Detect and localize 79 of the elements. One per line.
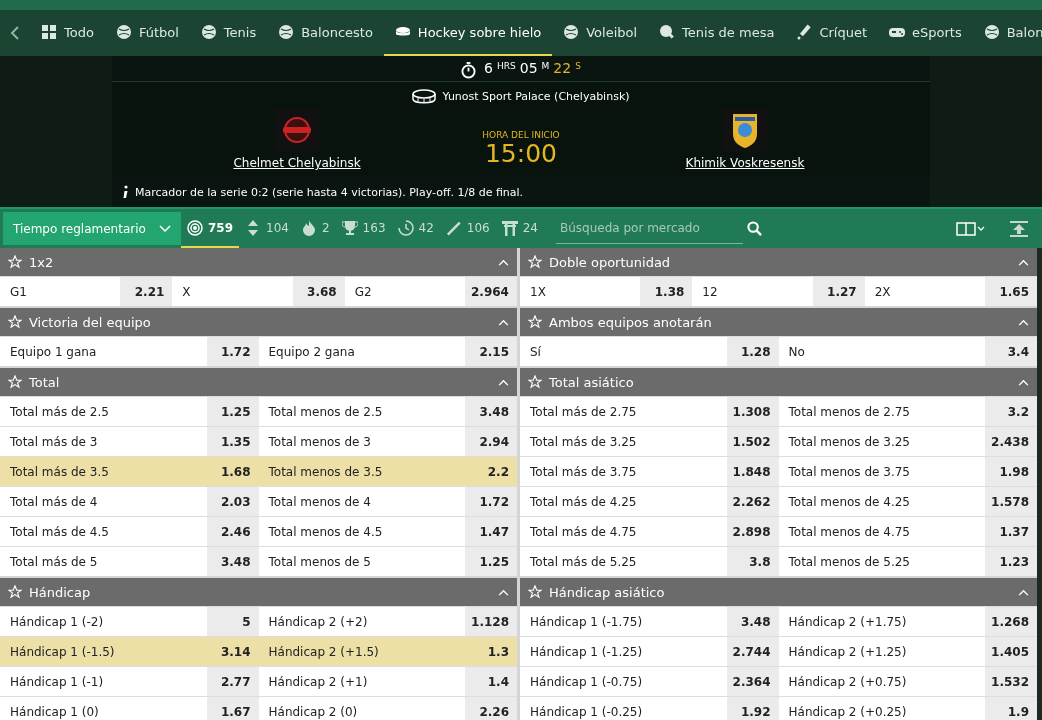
stopwatch-icon xyxy=(461,62,477,79)
chevron-down-icon xyxy=(159,224,171,233)
market-header[interactable]: 1x2 xyxy=(0,248,517,276)
chevron-left-icon[interactable] xyxy=(10,25,20,41)
market-filter-tab[interactable]: 104 xyxy=(239,209,295,248)
sport-tab[interactable]: eSports xyxy=(878,10,973,56)
chevron-icon xyxy=(498,258,509,266)
sport-tab[interactable]: Tenis xyxy=(189,10,268,56)
star-icon[interactable] xyxy=(528,255,542,269)
sport-tab[interactable]: Críquet xyxy=(785,10,878,56)
ball-icon xyxy=(563,24,580,40)
gate-icon xyxy=(501,219,518,236)
chevron-icon xyxy=(498,318,509,326)
market-filter-tab[interactable]: 163 xyxy=(335,209,392,248)
collapse-all-icon[interactable] xyxy=(1010,220,1028,237)
odds-button[interactable]: Total más de 3.5 1.68 xyxy=(0,457,259,486)
market-header[interactable]: Hándicap asiático xyxy=(520,578,1037,606)
ball-icon xyxy=(115,24,132,40)
chevron-icon xyxy=(1018,258,1029,266)
team-logo xyxy=(275,108,319,152)
sport-tab[interactable]: Tenis de mesa xyxy=(648,10,786,56)
info-icon xyxy=(122,185,129,199)
sport-tab[interactable]: Fútbol xyxy=(104,10,190,56)
ball-icon xyxy=(200,24,217,40)
sport-tab[interactable]: Voleibol xyxy=(552,10,649,56)
star-icon[interactable] xyxy=(528,585,542,599)
odds-button[interactable]: Hándicap 1 (-1.5) 3.14 xyxy=(0,637,259,666)
flame-icon xyxy=(300,219,317,236)
bat-icon xyxy=(796,24,813,40)
ball-icon xyxy=(983,24,1000,40)
star-icon[interactable] xyxy=(528,375,542,389)
minutes-unit: M xyxy=(541,61,550,71)
trophy-icon xyxy=(341,219,358,236)
sport-tab[interactable]: Balon xyxy=(972,10,1042,56)
market-header[interactable]: Total xyxy=(0,368,517,396)
star-icon[interactable] xyxy=(8,255,22,269)
market-header[interactable]: Doble oportunidad xyxy=(520,248,1037,276)
chevron-icon xyxy=(1018,318,1029,326)
minutes-value: 05 xyxy=(519,60,538,76)
market-header[interactable]: Hándicap xyxy=(0,578,517,606)
search-icon xyxy=(747,221,762,236)
odds-button[interactable]: Hándicap 2 (+1.5) 1.3 xyxy=(258,637,517,666)
chevron-icon xyxy=(498,588,509,596)
star-icon[interactable] xyxy=(8,315,22,329)
columns-layout-icon[interactable] xyxy=(956,221,986,236)
market-search-field[interactable]: Búsqueda por mercado xyxy=(556,213,743,244)
market-header[interactable]: Victoria del equipo xyxy=(0,308,517,336)
chevron-icon xyxy=(498,378,509,386)
sport-tab[interactable]: Baloncesto xyxy=(267,10,384,56)
hours-value: 6 xyxy=(484,60,493,76)
star-icon[interactable] xyxy=(528,315,542,329)
market-header[interactable]: Ambos equipos anotarán xyxy=(520,308,1037,336)
start-time: 15:00 xyxy=(484,140,557,168)
chevron-icon xyxy=(1018,588,1029,596)
target-icon xyxy=(187,219,203,236)
market-filter-tab[interactable]: 2 xyxy=(294,209,336,248)
timer-icon xyxy=(397,219,414,236)
sport-tab[interactable]: Todo xyxy=(30,10,105,56)
star-icon[interactable] xyxy=(8,585,22,599)
seconds-unit: S xyxy=(575,61,581,71)
stadium-icon xyxy=(412,88,437,104)
market-filter-tab[interactable]: 106 xyxy=(439,209,496,248)
market-filter-tab[interactable]: 42 xyxy=(391,209,440,248)
paddle-icon xyxy=(659,24,676,40)
series-info: Marcador de la serie 0:2 (serie hasta 4 victorias). Play-off. 1/8 de final. xyxy=(135,185,524,199)
team-logo xyxy=(723,108,767,152)
team-link[interactable]: Chelmet Chelyabinsk xyxy=(233,156,361,170)
venue-name: Yunost Sport Palace (Chelyabinsk) xyxy=(442,89,630,103)
market-header[interactable]: Total asiático xyxy=(520,368,1037,396)
grid-icon xyxy=(41,24,57,40)
odds-button[interactable]: Total menos de 3.5 2.2 xyxy=(258,457,517,486)
team-link[interactable]: Khimik Voskresensk xyxy=(685,156,805,170)
hours-unit: HRS xyxy=(497,61,516,71)
market-filter-tab[interactable]: 24 xyxy=(495,209,544,248)
ball-icon xyxy=(278,24,295,40)
chevron-icon xyxy=(1018,378,1029,386)
seconds-value: 22 xyxy=(553,60,572,76)
start-time-label: HORA DEL INICIO xyxy=(482,130,560,140)
star-icon[interactable] xyxy=(8,375,22,389)
